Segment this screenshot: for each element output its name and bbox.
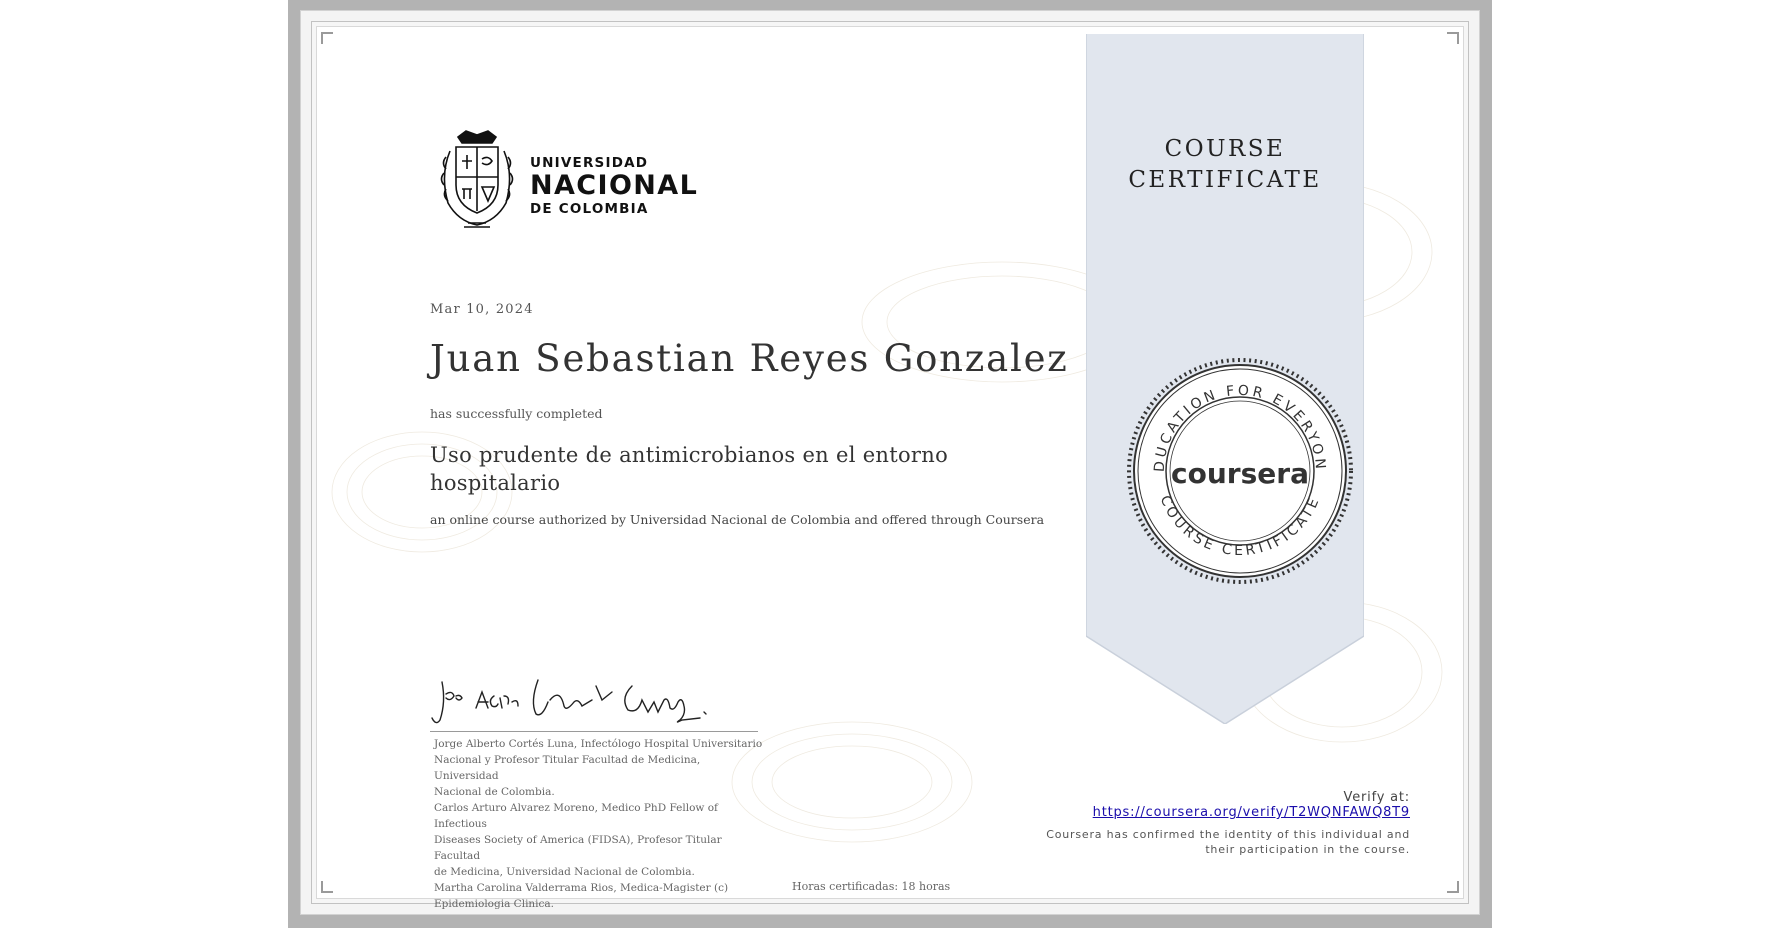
signer-line: Nacional y Profesor Titular Facultad de …: [434, 754, 701, 782]
signature-line: [430, 731, 758, 732]
corner-ornament: [1447, 32, 1459, 44]
signer-line: Martha Carolina Valderrama Rios, Medica-…: [434, 882, 729, 894]
course-title: Uso prudente de antimicrobianos en el en…: [430, 443, 949, 495]
coursera-seal: EDUCATION FOR EVERYONE COURSE CERTIFICAT…: [1127, 358, 1353, 584]
authorization-text: an online course authorized by Universid…: [430, 512, 1045, 527]
corner-ornament: [321, 32, 333, 44]
corner-ornament: [1447, 881, 1459, 893]
university-line-2: NACIONAL: [530, 170, 699, 201]
university-wordmark: UNIVERSIDAD NACIONAL DE COLOMBIA: [530, 155, 698, 217]
signer-line: de Medicina, Universidad Nacional de Col…: [434, 866, 695, 878]
signer-line: Jorge Alberto Cortés Luna, Infectólogo H…: [434, 738, 763, 750]
signer-line: Nacional de Colombia.: [434, 786, 555, 798]
verify-link[interactable]: https://coursera.org/verify/T2WQNFAWQ8T9: [1030, 805, 1410, 820]
issue-date: Mar 10, 2024: [430, 302, 534, 317]
outer-frame: COURSE CERTIFICATE EDUCATION FOR EVERYON…: [300, 10, 1480, 915]
ribbon-title: COURSE CERTIFICATE: [1086, 134, 1364, 196]
recipient-name: Juan Sebastian Reyes Gonzalez: [430, 337, 1069, 380]
university-crest-icon: [440, 130, 514, 228]
certificate-body: COURSE CERTIFICATE EDUCATION FOR EVERYON…: [311, 21, 1469, 910]
ribbon-line-1: COURSE: [1164, 136, 1286, 162]
seal-brand-text: coursera: [1171, 457, 1309, 490]
completion-text: has successfully completed: [430, 406, 603, 421]
signer-credentials: Jorge Alberto Cortés Luna, Infectólogo H…: [434, 736, 764, 912]
verification-block: Verify at: https://coursera.org/verify/T…: [1030, 790, 1410, 857]
ribbon-line-2: CERTIFICATE: [1128, 167, 1322, 193]
certified-hours: Horas certificadas: 18 horas: [792, 880, 951, 893]
signer-line: Epidemiologia Clinica.: [434, 898, 555, 910]
university-line-1: UNIVERSIDAD: [530, 155, 649, 171]
university-line-3: DE COLOMBIA: [530, 201, 649, 217]
certificate-sheet: COURSE CERTIFICATE EDUCATION FOR EVERYON…: [288, 0, 1492, 928]
signer-line: Carlos Arturo Alvarez Moreno, Medico PhD…: [434, 802, 718, 830]
verify-label: Verify at:: [1343, 790, 1410, 805]
verify-note: Coursera has confirmed the identity of t…: [1046, 828, 1410, 856]
signer-line: Diseases Society of America (FIDSA), Pro…: [434, 834, 722, 862]
corner-ornament: [321, 881, 333, 893]
signatures-image: [431, 679, 707, 724]
